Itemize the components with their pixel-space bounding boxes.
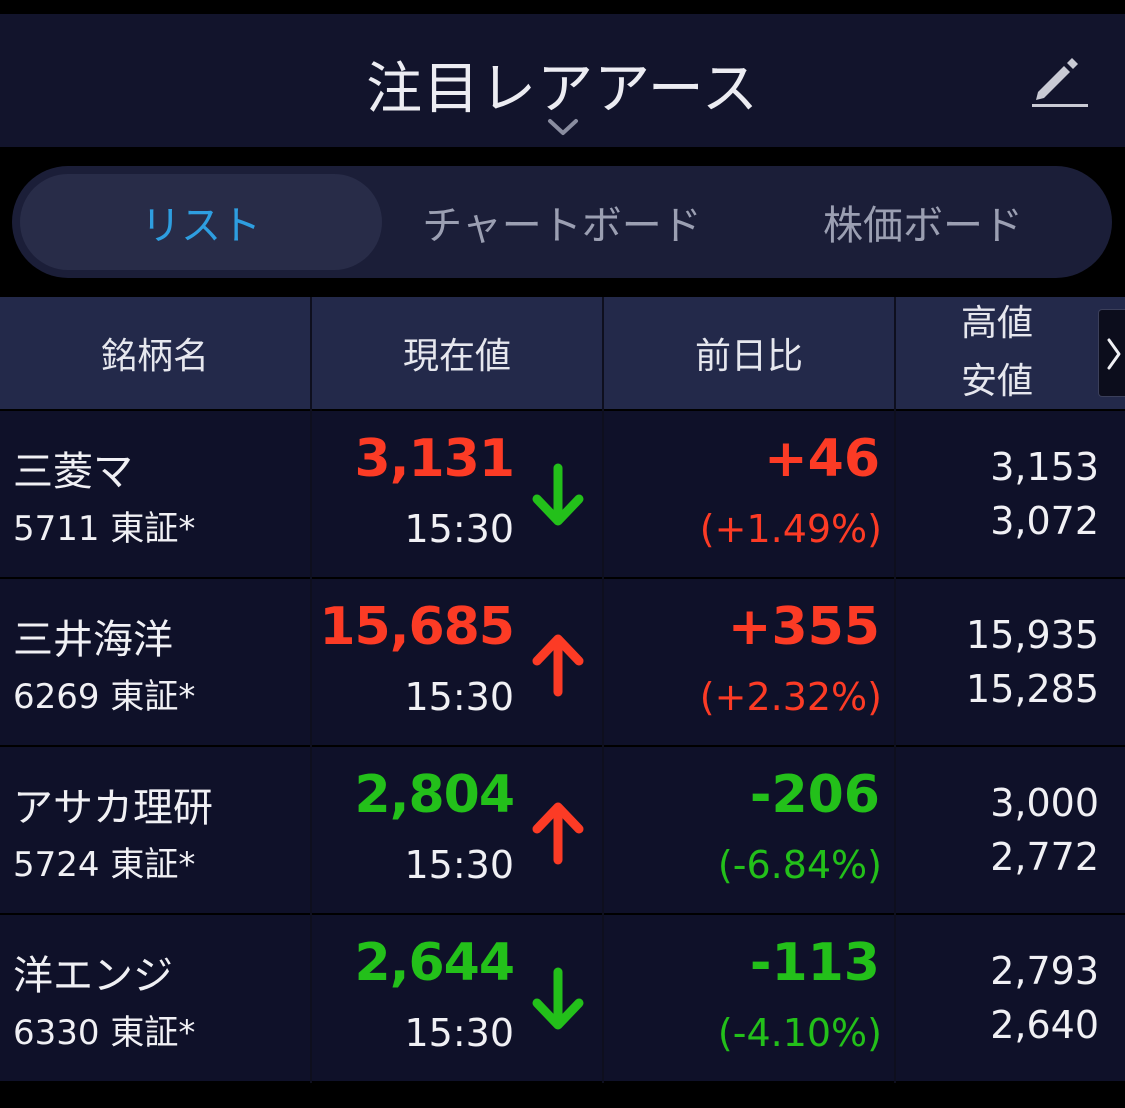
price-cell: 2,644 15:30 (312, 915, 602, 1081)
price-time: 15:30 (404, 507, 514, 551)
stock-name: 三井海洋 (13, 617, 173, 663)
table-header: 銘柄名 現在値 前日比 高値 安値 (0, 297, 1125, 409)
price-change-percent: (-4.10%) (717, 1011, 882, 1055)
column-header-high-low: 高値 安値 (896, 297, 1098, 409)
name-cell: 洋エンジ 6330 東証* (0, 915, 310, 1081)
price-time: 15:30 (404, 843, 514, 887)
current-price: 2,804 (354, 765, 515, 825)
column-header-change: 前日比 (694, 336, 803, 377)
table-row[interactable]: 三菱マ 5711 東証* 3,131 15:30 +46 (+1.49%) 3,… (0, 411, 1125, 577)
price-cell: 15,685 15:30 (312, 579, 602, 745)
arrow-down-icon (532, 463, 584, 526)
low-price: 2,772 (990, 835, 1099, 879)
low-price: 3,072 (990, 499, 1099, 543)
tab-price-board[interactable]: 株価ボード (742, 174, 1104, 270)
high-low-cell: 15,935 15,285 (896, 579, 1125, 745)
stock-name: 洋エンジ (13, 953, 173, 999)
price-change: +355 (727, 597, 880, 657)
price-change-percent: (+1.49%) (699, 507, 882, 551)
column-header-name: 銘柄名 (100, 336, 209, 377)
stock-code: 6269 東証* (13, 677, 196, 717)
column-divider (310, 297, 312, 1083)
high-low-cell: 3,153 3,072 (896, 411, 1125, 577)
view-tab-bar: リスト チャートボード 株価ボード (12, 166, 1112, 278)
current-price: 15,685 (319, 597, 515, 657)
current-price: 2,644 (354, 933, 515, 993)
stock-name: 三菱マ (13, 449, 133, 495)
arrow-down-icon (532, 967, 584, 1030)
price-cell: 3,131 15:30 (312, 411, 602, 577)
change-cell: +355 (+2.32%) (604, 579, 894, 745)
low-price: 15,285 (966, 667, 1099, 711)
scroll-columns-button[interactable] (1098, 309, 1125, 397)
pencil-icon[interactable] (1028, 52, 1088, 112)
change-cell: -113 (-4.10%) (604, 915, 894, 1081)
column-header-price: 現在値 (402, 336, 511, 377)
column-header-low: 安値 (960, 361, 1033, 402)
high-low-cell: 3,000 2,772 (896, 747, 1125, 913)
column-header-high: 高値 (960, 303, 1033, 344)
name-cell: 三井海洋 6269 東証* (0, 579, 310, 745)
current-price: 3,131 (354, 429, 515, 489)
table-row[interactable]: 三井海洋 6269 東証* 15,685 15:30 +355 (+2.32%)… (0, 579, 1125, 745)
chevron-down-icon[interactable] (546, 116, 580, 138)
high-price: 2,793 (990, 949, 1099, 993)
price-change: -113 (749, 933, 880, 993)
tab-list[interactable]: リスト (20, 174, 382, 270)
table-row[interactable]: アサカ理研 5724 東証* 2,804 15:30 -206 (-6.84%)… (0, 747, 1125, 913)
chevron-right-icon (1107, 338, 1121, 370)
price-change: -206 (749, 765, 880, 825)
low-price: 2,640 (990, 1003, 1099, 1047)
change-cell: +46 (+1.49%) (604, 411, 894, 577)
stock-code: 6330 東証* (13, 1013, 196, 1053)
high-price: 15,935 (966, 613, 1099, 657)
stock-code: 5711 東証* (13, 509, 196, 549)
tab-chart-board[interactable]: チャートボード (382, 174, 742, 270)
screen: 注目レアアース リスト チャートボード 株価ボード 銘柄名 現在値 前日比 高値… (0, 0, 1125, 1108)
arrow-up-icon (532, 634, 584, 697)
column-divider (894, 297, 896, 1083)
arrow-up-icon (532, 802, 584, 865)
price-change-percent: (-6.84%) (717, 843, 882, 887)
high-low-cell: 2,793 2,640 (896, 915, 1125, 1081)
price-cell: 2,804 15:30 (312, 747, 602, 913)
stock-name: アサカ理研 (13, 785, 213, 831)
stock-code: 5724 東証* (13, 845, 196, 885)
table-row[interactable]: 洋エンジ 6330 東証* 2,644 15:30 -113 (-4.10%) … (0, 915, 1125, 1081)
price-change-percent: (+2.32%) (699, 675, 882, 719)
high-price: 3,153 (990, 445, 1099, 489)
name-cell: アサカ理研 5724 東証* (0, 747, 310, 913)
change-cell: -206 (-6.84%) (604, 747, 894, 913)
watchlist-title[interactable]: 注目レアアース (0, 44, 1125, 125)
high-price: 3,000 (990, 781, 1099, 825)
name-cell: 三菱マ 5711 東証* (0, 411, 310, 577)
price-time: 15:30 (404, 1011, 514, 1055)
price-change: +46 (764, 429, 880, 489)
column-divider (602, 297, 604, 1083)
price-time: 15:30 (404, 675, 514, 719)
